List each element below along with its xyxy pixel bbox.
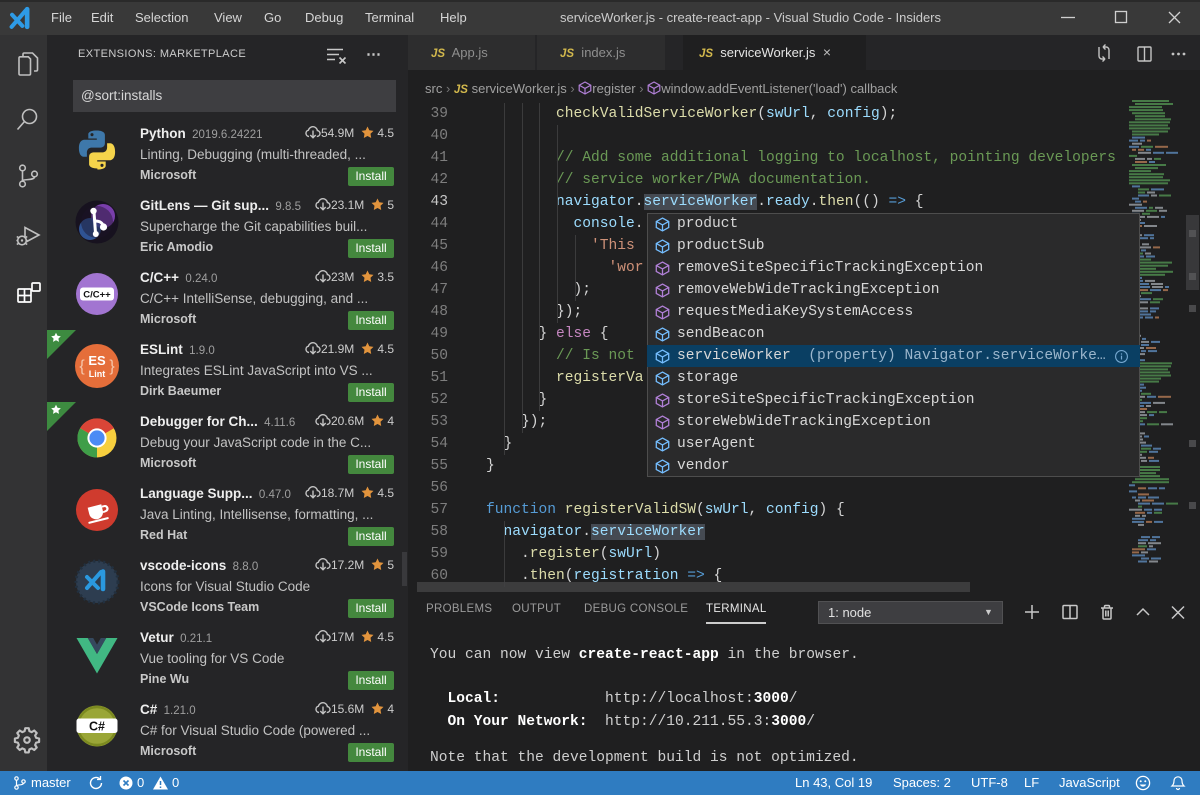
svg-text:C/C++: C/C++ — [83, 290, 111, 301]
svg-text:C#: C# — [89, 720, 105, 734]
svg-text:ES: ES — [88, 353, 106, 368]
svg-text:}: } — [109, 358, 115, 375]
svg-text:Lint: Lint — [89, 369, 106, 379]
